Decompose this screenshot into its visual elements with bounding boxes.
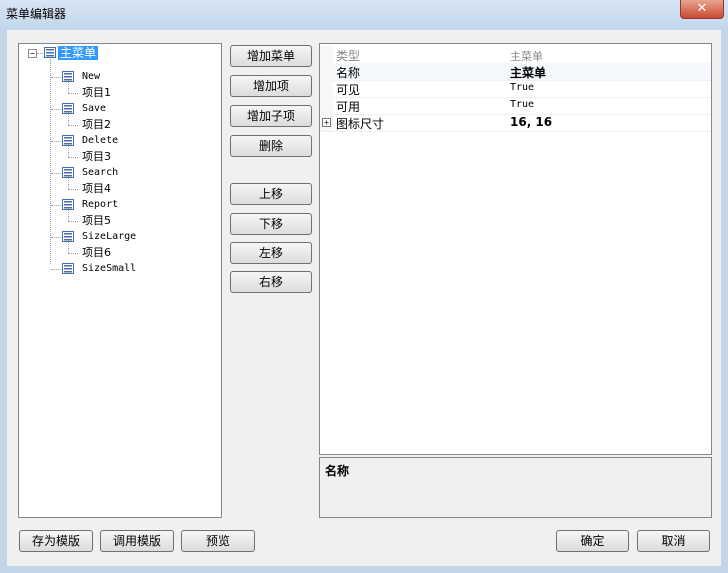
tree-connector: [51, 269, 61, 270]
ok-button[interactable]: 确定: [556, 530, 629, 552]
tree-subitem[interactable]: 项目1: [80, 86, 113, 100]
tree-connector: [68, 210, 69, 221]
move-left-button[interactable]: 左移: [230, 242, 312, 264]
tree-menu-item[interactable]: SizeSmall: [80, 262, 138, 276]
property-row[interactable]: + 图标尺寸 16, 16: [320, 114, 711, 132]
title-bar: 菜单编辑器 ✕: [0, 0, 728, 30]
add-menu-button[interactable]: 增加菜单: [230, 45, 312, 67]
tree-connector: [68, 178, 69, 189]
property-value[interactable]: True: [510, 82, 534, 93]
menu-node-icon: [62, 71, 74, 82]
menu-node-icon: [62, 167, 74, 178]
tree-connector: [68, 82, 69, 93]
collapse-icon[interactable]: −: [28, 49, 37, 58]
expand-icon[interactable]: +: [322, 118, 331, 127]
tree-menu-item[interactable]: SizeLarge: [80, 230, 138, 244]
window-border-right: [721, 30, 728, 573]
menu-node-icon: [62, 231, 74, 242]
property-grid[interactable]: 类型 主菜单 名称 主菜单 可见 True 可用 True + 图标尺寸 16, 16: [319, 43, 712, 455]
tree-connector: [68, 253, 78, 254]
window-border-bottom: [0, 566, 728, 573]
tree-menu-item[interactable]: Search: [80, 166, 120, 180]
tree-menu-item[interactable]: Report: [80, 198, 120, 212]
property-gutter: [320, 80, 333, 97]
menu-node-icon: [62, 263, 74, 274]
preview-button[interactable]: 预览: [181, 530, 255, 552]
move-right-button[interactable]: 右移: [230, 271, 312, 293]
tree-connector: [51, 141, 61, 142]
menu-node-icon: [62, 103, 74, 114]
property-row[interactable]: 可用 True: [320, 97, 711, 115]
tree-root-item[interactable]: 主菜单: [58, 46, 99, 60]
close-button[interactable]: ✕: [680, 0, 724, 19]
property-gutter: [320, 46, 333, 63]
add-subitem-button[interactable]: 增加子项: [230, 105, 312, 127]
property-gutter: [320, 97, 333, 114]
menu-node-icon: [62, 199, 74, 210]
window-title: 菜单编辑器: [6, 7, 67, 21]
move-up-button[interactable]: 上移: [230, 183, 312, 205]
tree-connector: [68, 114, 69, 125]
tree-connector: [68, 125, 78, 126]
tree-connector: [51, 205, 61, 206]
property-row[interactable]: 名称 主菜单: [320, 63, 711, 81]
tree-trunk-line: [50, 59, 51, 264]
close-icon: ✕: [696, 1, 708, 16]
property-name: 类型: [336, 49, 361, 63]
tree-connector: [68, 146, 69, 157]
tree-menu-item[interactable]: New: [80, 70, 102, 84]
tree-subitem[interactable]: 项目2: [80, 118, 113, 132]
property-description-panel: 名称: [319, 457, 712, 518]
tree-connector: [37, 53, 43, 54]
cancel-button[interactable]: 取消: [637, 530, 710, 552]
save-template-button[interactable]: 存为模版: [19, 530, 93, 552]
menu-tree[interactable]: − 主菜单 New 项目1 Save 项目2 Delete 项目3 Search 项目4 Rep…: [18, 43, 222, 518]
add-item-button[interactable]: 增加项: [230, 75, 312, 97]
property-name: 可用: [336, 100, 361, 114]
tree-connector: [68, 157, 78, 158]
move-down-button[interactable]: 下移: [230, 213, 312, 235]
property-name: 图标尺寸: [336, 117, 385, 131]
description-title: 名称: [325, 464, 350, 478]
property-row[interactable]: 可见 True: [320, 80, 711, 98]
tree-subitem[interactable]: 项目6: [80, 246, 113, 260]
window-border-left: [0, 30, 7, 573]
tree-connector: [51, 173, 61, 174]
property-value[interactable]: 16, 16: [510, 115, 552, 129]
tree-menu-item[interactable]: Delete: [80, 134, 120, 148]
property-value[interactable]: True: [510, 99, 534, 110]
property-value[interactable]: 主菜单: [510, 48, 543, 64]
tree-connector: [68, 242, 69, 253]
menu-node-icon: [62, 135, 74, 146]
tree-connector: [68, 221, 78, 222]
tree-menu-item[interactable]: Save: [80, 102, 108, 116]
tree-connector: [68, 93, 78, 94]
tree-connector: [68, 189, 78, 190]
property-row[interactable]: 类型 主菜单: [320, 46, 711, 64]
property-name: 名称: [336, 66, 361, 80]
menu-node-icon: [44, 47, 56, 58]
tree-connector: [51, 109, 61, 110]
property-name: 可见: [336, 83, 361, 97]
property-gutter: [320, 63, 333, 80]
property-value[interactable]: 主菜单: [510, 64, 546, 81]
tree-subitem[interactable]: 项目3: [80, 150, 113, 164]
tree-subitem[interactable]: 项目4: [80, 182, 113, 196]
tree-connector: [51, 77, 61, 78]
delete-button[interactable]: 删除: [230, 135, 312, 157]
load-template-button[interactable]: 调用模版: [100, 530, 174, 552]
tree-connector: [51, 237, 61, 238]
tree-subitem[interactable]: 项目5: [80, 214, 113, 228]
